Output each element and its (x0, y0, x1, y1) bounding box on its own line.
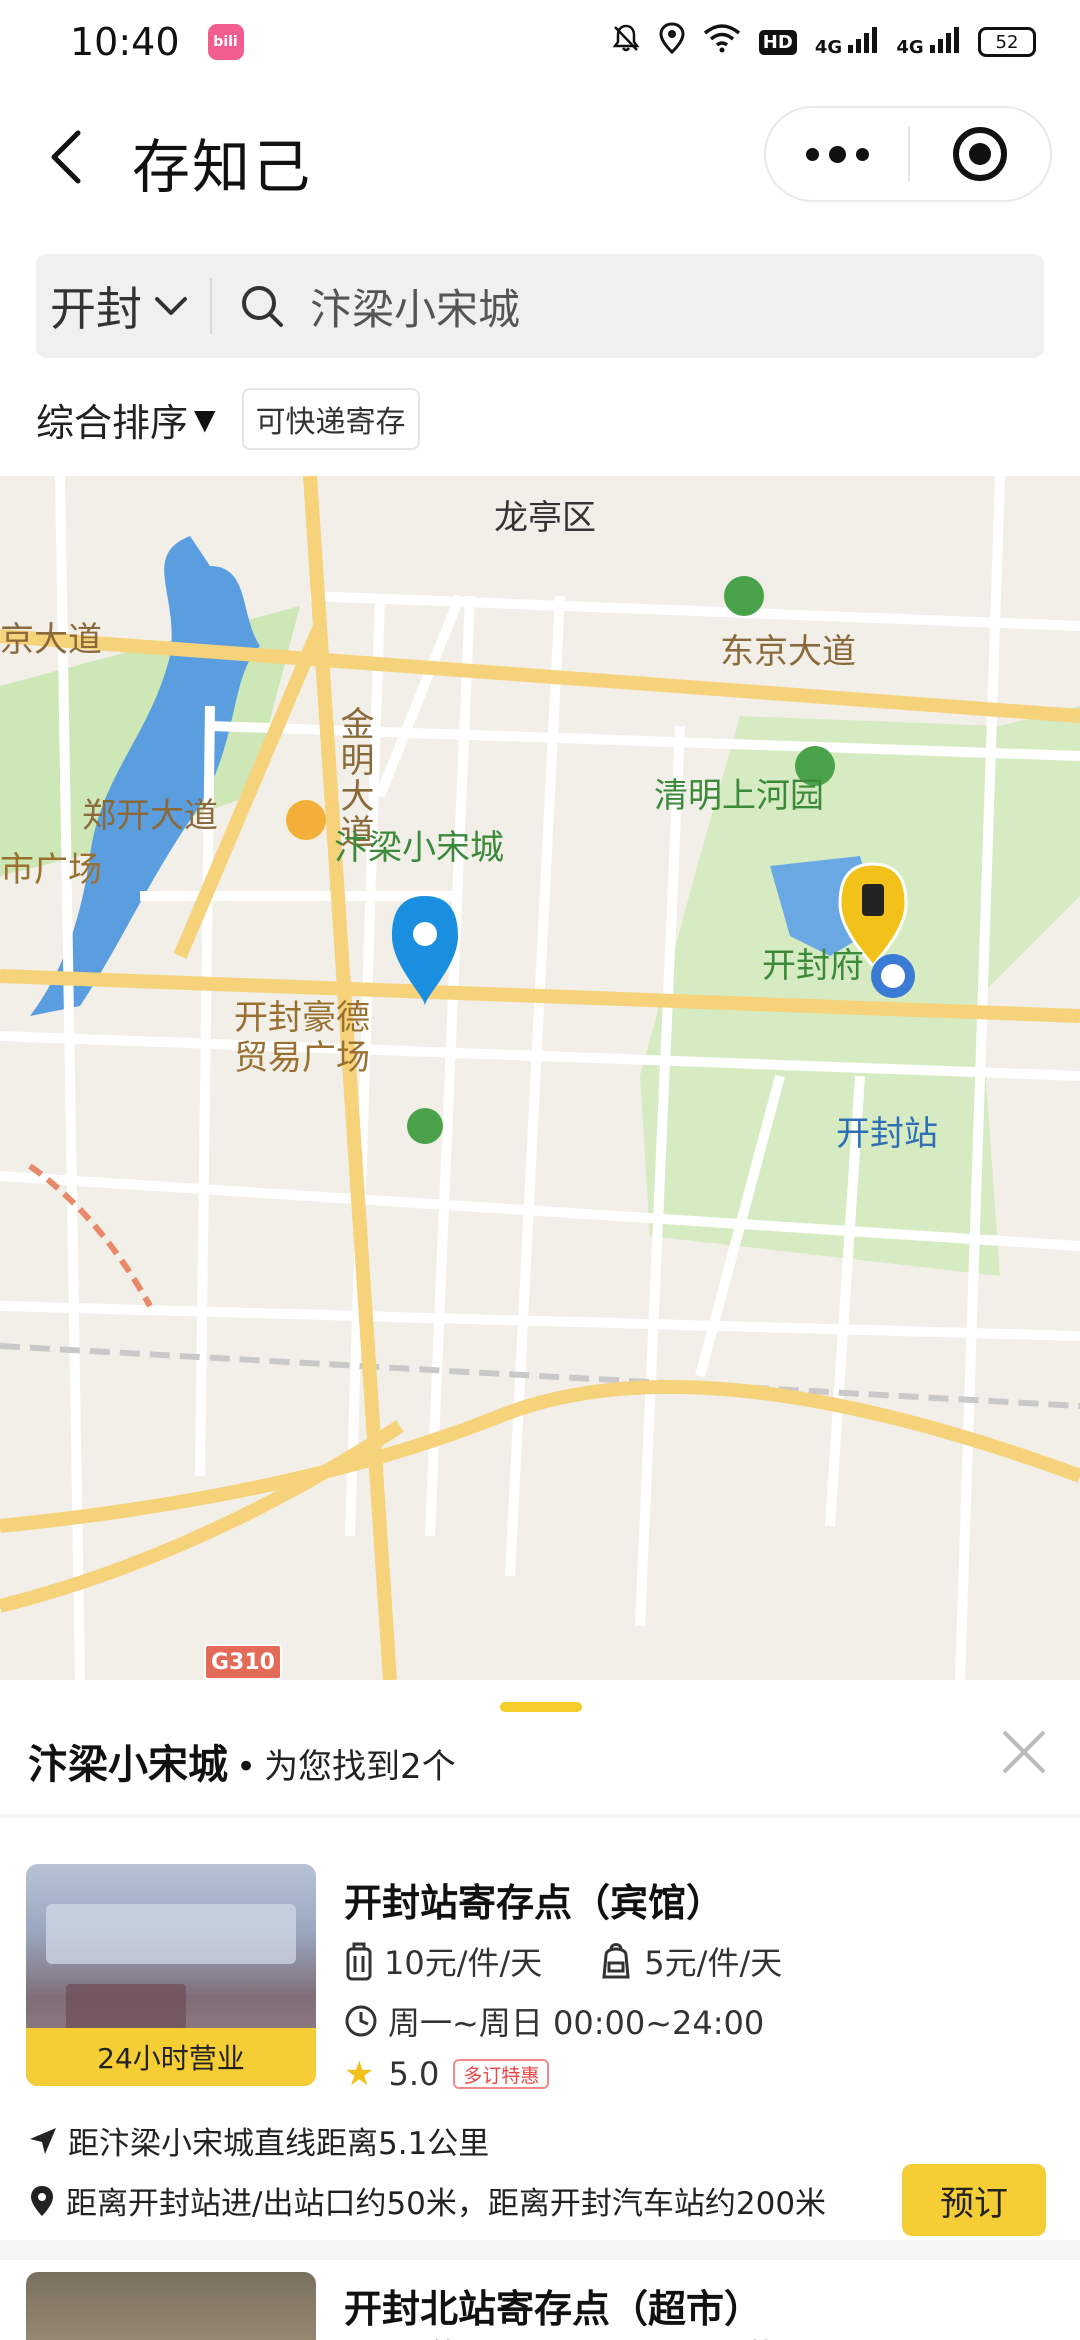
search-input[interactable]: 汴梁小宋城 (310, 276, 520, 337)
store-thumbnail: 24小时营业 (26, 1864, 316, 2086)
status-bar: 10:40 bili HD 4G 4G 52 (0, 0, 1080, 84)
location-pin-icon (31, 2185, 53, 2216)
back-chevron-icon (51, 130, 81, 184)
more-dots-icon[interactable] (766, 108, 908, 200)
store-distance: 距汴梁小宋城直线距离5.1公里 (68, 2126, 490, 2162)
results-sheet: 汴梁小宋城 • 为您找到2个 24小时营业 开封站寄存点（宾馆） 10元/件/天… (0, 1680, 1080, 2340)
haode-poi-icon (286, 800, 326, 840)
open-24h-badge: 24小时营业 (26, 2028, 316, 2086)
map-view[interactable]: 龙亭区 京大道 东京大道 金明大道 郑开大道 市广场 清明上河园 汴梁小宋城 开… (0, 476, 1080, 1680)
luggage-icon (346, 1942, 372, 1981)
map-label-road-zhengkai: 郑开大道 (82, 796, 218, 836)
highway-shield: G310 (204, 1644, 282, 1680)
price-luggage: 10元/件/天 (384, 1944, 543, 1982)
navigation-arrow-icon (30, 2127, 56, 2154)
price-luggage-2: 10元/件/天 (344, 2330, 502, 2340)
store-thumbnail-2 (26, 2272, 316, 2340)
divider (0, 1814, 1080, 1818)
hours-row: 周一~周日 00:00~24:00 (344, 1998, 764, 2044)
express-storage-filter[interactable]: 可快递寄存 (241, 388, 420, 450)
map-label-haode-2: 贸易广场 (234, 1038, 370, 1078)
location-icon (659, 22, 685, 62)
back-button[interactable] (36, 122, 96, 192)
qingming-poi-icon (724, 576, 764, 616)
map-label-plaza-left: 市广场 (0, 850, 102, 890)
clock-icon (345, 2005, 377, 2037)
backpack-icon (602, 1943, 630, 1979)
distance-line: 距汴梁小宋城直线距离5.1公里 (28, 2118, 489, 2163)
signal-label-2: 4G (896, 36, 924, 58)
battery-icon: 52 (978, 27, 1036, 57)
store-name: 开封站寄存点（宾馆） (344, 1881, 725, 1925)
map-label-kaifengfu: 开封府 (762, 946, 864, 986)
map-label-qingming: 清明上河园 (654, 776, 824, 816)
price-bag-2: 5元/件/天 (682, 2330, 820, 2340)
price-bag: 5元/件/天 (644, 1944, 783, 1982)
status-indicators: HD 4G 4G 52 (611, 22, 1036, 62)
target-circle-icon (952, 127, 1007, 181)
map-label-station: 开封站 (836, 1114, 938, 1154)
wifi-icon (703, 23, 741, 61)
city-selector[interactable]: 开封 (36, 254, 188, 358)
search-icon (242, 286, 283, 327)
store-name-2: 开封北站寄存点（超市） (344, 2287, 763, 2331)
price-row: 10元/件/天 5元/件/天 (344, 1938, 782, 1984)
hd-icon: HD (758, 29, 797, 55)
sheet-dot: • (236, 1747, 257, 1787)
chevron-down-icon (155, 297, 187, 315)
filter-bar: 综合排序 ▼ 可快递寄存 (36, 384, 420, 454)
close-mini-program-button[interactable] (910, 108, 1050, 200)
status-time: 10:40 (70, 20, 180, 64)
store-address: 距离开封站进/出站口约50米，距离开封汽车站约200米 (66, 2186, 827, 2222)
store-hours: 周一~周日 00:00~24:00 (388, 2004, 765, 2042)
search-divider (210, 278, 212, 334)
map-canvas (0, 476, 1080, 1680)
sort-arrow-icon[interactable]: ▼ (194, 403, 216, 436)
bilibili-icon: bili (207, 24, 244, 60)
star-icon: ★ (344, 2054, 375, 2094)
title-bar: 存知己 (0, 100, 1080, 216)
map-label-road-east-right: 东京大道 (720, 632, 856, 672)
city-label: 开封 (50, 282, 142, 336)
result-count: 为您找到2个 (264, 1747, 456, 1787)
close-icon[interactable] (996, 1724, 1052, 1780)
address-line: 距离开封站进/出站口约50米，距离开封汽车站约200米 (28, 2178, 826, 2223)
mini-program-capsule (764, 106, 1052, 202)
promo-tag: 多订特惠 (453, 2059, 550, 2089)
sheet-location: 汴梁小宋城 (28, 1742, 228, 1788)
price-row-2: 10元/件/天 5元/件/天 (344, 2330, 820, 2340)
map-label-district: 龙亭区 (494, 498, 596, 538)
book-button[interactable]: 预订 (902, 2164, 1046, 2236)
map-label-road-east-left: 京大道 (0, 620, 102, 660)
sort-dropdown[interactable]: 综合排序 (36, 392, 188, 447)
signal-4g-icon: 4G (814, 26, 879, 58)
store-rating: 5.0 (388, 2055, 440, 2093)
rating-row: ★ 5.0 多订特惠 (344, 2054, 550, 2094)
map-label-selected-poi: 汴梁小宋城 (334, 828, 504, 868)
search-bar: 开封 汴梁小宋城 (36, 254, 1044, 358)
mute-bell-icon (611, 23, 641, 61)
sheet-header: 汴梁小宋城 • 为您找到2个 (28, 1732, 456, 1790)
signal-4g-icon-2: 4G (896, 26, 960, 58)
card-separator (0, 2240, 1080, 2260)
signal-label: 4G (814, 36, 843, 58)
page-title: 存知己 (132, 133, 313, 201)
sheet-drag-handle[interactable] (500, 1702, 582, 1712)
